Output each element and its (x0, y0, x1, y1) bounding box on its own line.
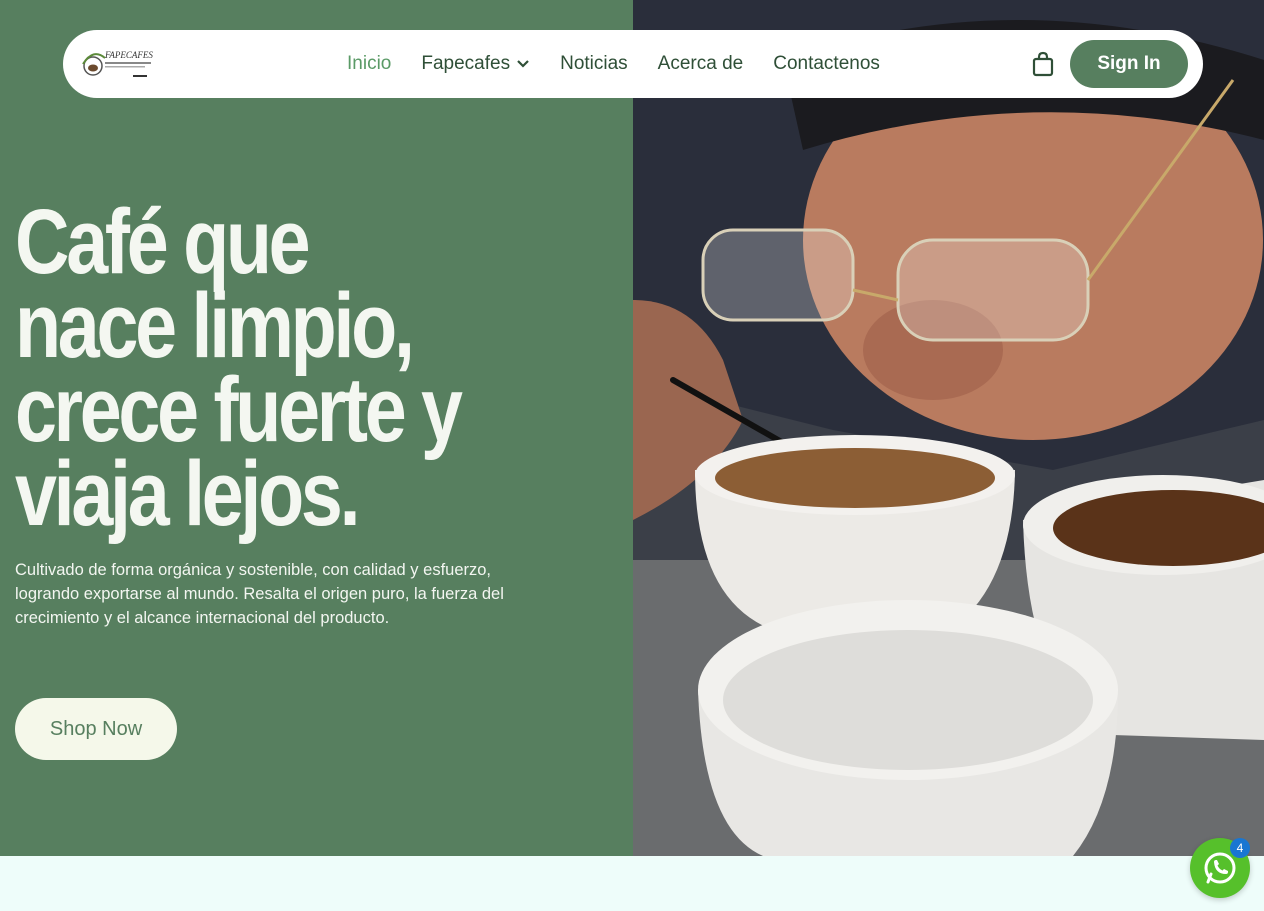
nav-fapecafes-label: Fapecafes (421, 53, 511, 74)
nav-inicio[interactable]: Inicio (347, 53, 391, 75)
nav-noticias-label: Noticias (560, 53, 628, 74)
chevron-down-icon (517, 60, 529, 68)
coffee-cupping-photo (633, 0, 1264, 856)
hero-section: Café que nace limpio, crece fuerte y via… (0, 0, 1264, 856)
shop-now-button[interactable]: Shop Now (15, 698, 177, 760)
logo-text: FAPECAFES (104, 50, 153, 60)
hero-photo (633, 0, 1264, 856)
nav-contactenos[interactable]: Contactenos (773, 53, 880, 75)
nav-noticias[interactable]: Noticias (560, 53, 628, 75)
nav-contactenos-label: Contactenos (773, 53, 880, 74)
hero-subtitle: Cultivado de forma orgánica y sostenible… (15, 561, 504, 627)
nav-inicio-label: Inicio (347, 53, 392, 74)
top-navigation: FAPECAFES Inicio Fapecafes Noticias Acer… (63, 30, 1203, 98)
notification-badge: 4 (1230, 838, 1250, 858)
fapecafes-logo[interactable]: FAPECAFES (77, 44, 153, 84)
nav-fapecafes[interactable]: Fapecafes (421, 53, 530, 75)
shopping-bag-icon[interactable] (1031, 51, 1055, 77)
nav-acerca-de-label: Acerca de (657, 53, 744, 74)
hero-text-panel: Café que nace limpio, crece fuerte y via… (0, 0, 633, 856)
nav-links: Inicio Fapecafes Noticias Acerca de Cont… (347, 30, 880, 98)
sign-in-button[interactable]: Sign In (1070, 40, 1188, 88)
nav-acerca-de[interactable]: Acerca de (658, 53, 744, 75)
hero-headline: Café que nace limpio, crece fuerte y via… (15, 191, 463, 545)
